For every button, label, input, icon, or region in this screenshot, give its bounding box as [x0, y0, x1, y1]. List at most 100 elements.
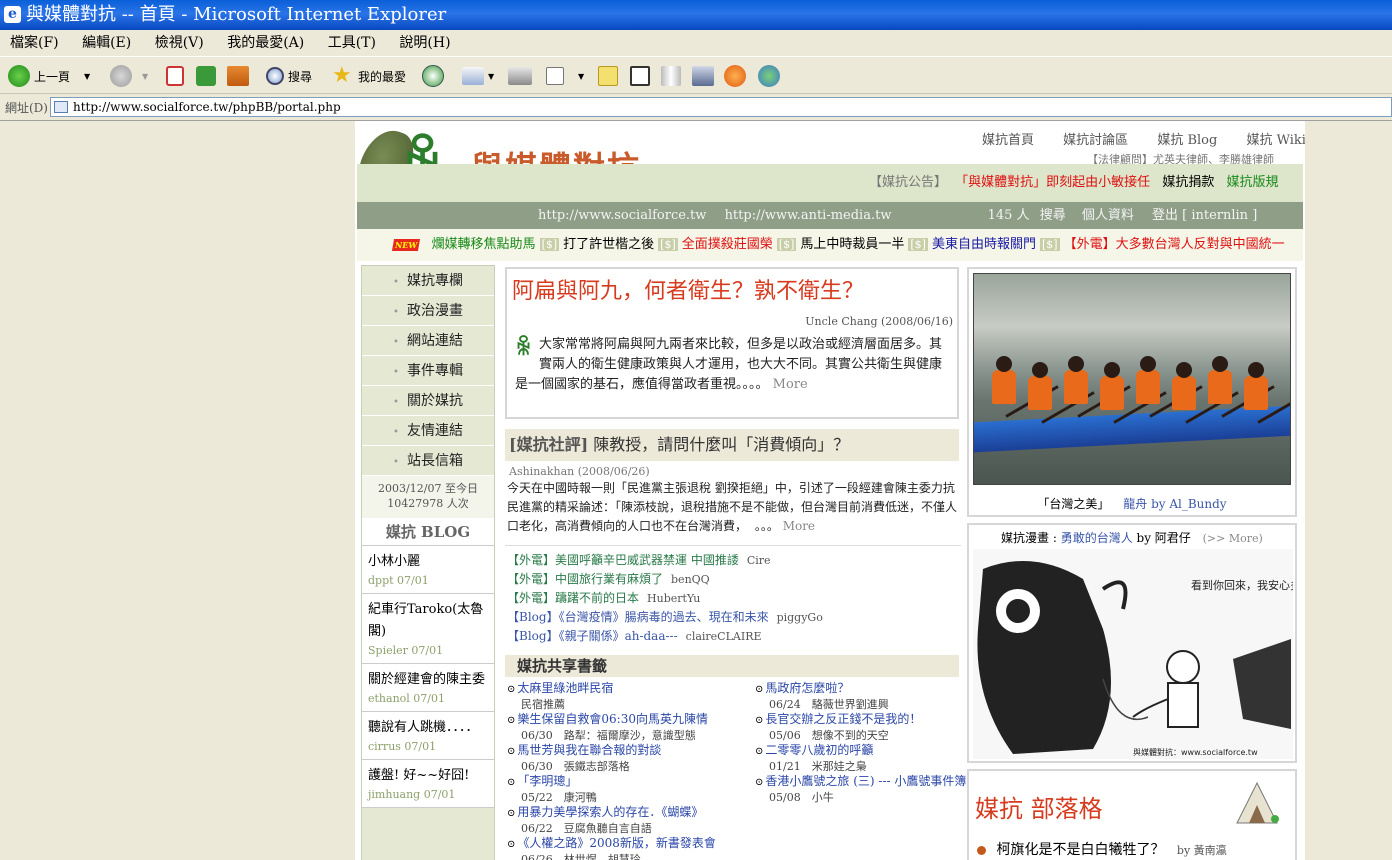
bookmark-title[interactable]: 《人權之路》2008新版，新書發表會	[517, 836, 716, 850]
bookmark-title[interactable]: 「李明璁」	[517, 774, 577, 788]
menu-tools[interactable]: 工具(T)	[328, 35, 376, 51]
blog-item[interactable]: 聽說有人跳機．．．． cirrus 07/01	[362, 712, 494, 760]
ticker-item[interactable]: 全面撲殺莊國榮	[682, 237, 773, 252]
news-link[interactable]: 【外電】中國旅行業有麻煩了	[507, 572, 663, 586]
comic-title[interactable]: 勇敢的台灣人	[1061, 531, 1133, 545]
comic-more-link[interactable]: (>> More)	[1203, 532, 1263, 545]
sidebar-item[interactable]: • 政治漫畫	[362, 296, 494, 326]
menu-file[interactable]: 檔案(F)	[10, 35, 59, 51]
bookmark-title[interactable]: 用暴力美學探索人的存在．《蝴蝶》	[517, 805, 703, 819]
dragon-boat-photo[interactable]	[973, 273, 1291, 485]
search-link[interactable]: 搜尋	[1040, 208, 1066, 223]
ticker-item[interactable]: 美東自由時報關門	[932, 237, 1036, 252]
radio-button[interactable]	[724, 63, 750, 89]
history-button[interactable]	[422, 63, 448, 89]
home-button[interactable]	[227, 63, 253, 89]
announce-link-1[interactable]: 「與媒體對抗」即刻起由小敏接任	[955, 175, 1150, 190]
article-more-link[interactable]: More	[773, 377, 808, 392]
bookmark-title[interactable]: 樂生保留自救會06:30向馬英九陳情	[517, 712, 708, 726]
editorial-title[interactable]: 陳教授，請問什麼叫「消費傾向」？	[593, 435, 849, 454]
rower-shape	[1244, 376, 1268, 410]
blog-item[interactable]: 關於經建會的陳主委 ethanol 07/01	[362, 664, 494, 712]
ticker-item[interactable]: 馬上中時裁員一半	[800, 237, 904, 252]
discuss-button[interactable]	[598, 63, 622, 89]
blog-item-title[interactable]: 紀車行Taroko(太魯閣)	[368, 599, 488, 643]
sidebar-item[interactable]: • 事件專輯	[362, 356, 494, 386]
bookmark-title[interactable]: 馬政府怎麼啦？	[765, 681, 849, 695]
ticker-item[interactable]: 【外電】大多數台灣人反對與中國統一	[1064, 237, 1285, 252]
stop-button[interactable]	[166, 63, 188, 89]
blog-item-title[interactable]: 小林小麗	[368, 551, 488, 573]
blog-item-title[interactable]: 聽說有人跳機．．．．	[368, 717, 488, 739]
news-link[interactable]: 【外電】躊躇不前的日本	[507, 591, 639, 605]
news-link[interactable]: 【Blog】《台灣疫情》腸病毒的過去、現在和未來	[507, 610, 769, 624]
comic-image[interactable]: 看到你回來，我安心多了… 與媒體對抗：www.socialforce.tw	[973, 549, 1293, 759]
blogger-post: 柯旗化是不是白白犧牲了？ by 黃南瀛	[977, 839, 1227, 859]
logout-link[interactable]: 登出 [ internlin ]	[1152, 208, 1257, 223]
bullet-icon: •	[393, 277, 399, 288]
edit-dropdown-icon[interactable]: ▼	[578, 72, 584, 81]
news-link-row: 【外電】中國旅行業有麻煩了 benQQ	[507, 570, 823, 589]
news-link[interactable]: 【外電】美國呼籲辛巴威武器禁運 中國推諉	[507, 553, 739, 567]
bookmark-title[interactable]: 二零零八歲初的呼籲	[765, 743, 873, 757]
forward-button[interactable]: ▼	[110, 63, 148, 89]
research-button[interactable]	[661, 63, 685, 89]
nav-blog[interactable]: 媒抗 Blog	[1157, 133, 1217, 148]
bookmark-title[interactable]: 香港小鷹號之旅 (三) --- 小鷹號事件簿	[765, 774, 966, 788]
menu-edit[interactable]: 編輯(E)	[82, 35, 131, 51]
history-icon	[422, 65, 444, 87]
blogger-post-title[interactable]: 柯旗化是不是白白犧牲了？	[996, 842, 1164, 858]
users-button[interactable]	[758, 63, 784, 89]
bookmark-title[interactable]: 太麻里綠池畔民宿	[517, 681, 613, 695]
sidebar-item[interactable]: • 站長信箱	[362, 446, 494, 476]
menu-view[interactable]: 檢視(V)	[155, 35, 204, 51]
sidebar-item[interactable]: • 友情連結	[362, 416, 494, 446]
announce-link-2[interactable]: 媒抗捐款	[1162, 175, 1214, 190]
sidebar-item[interactable]: • 關於媒抗	[362, 386, 494, 416]
comic-author: by 阿君仔	[1136, 531, 1191, 545]
edit-button[interactable]: ▼	[546, 63, 584, 89]
search-icon	[266, 67, 284, 85]
address-input[interactable]: http://www.socialforce.tw/phpBB/portal.p…	[50, 97, 1392, 117]
print-button[interactable]	[508, 63, 536, 89]
bookmark-icon: ⊙	[507, 746, 516, 757]
blogger-title[interactable]: 媒抗 部落格	[975, 789, 1103, 824]
favorites-button[interactable]: ★ 我的最愛	[332, 63, 406, 89]
media-button[interactable]	[692, 63, 718, 89]
bookmark-title[interactable]: 馬世芳與我在聯合報的對談	[517, 743, 661, 757]
nav-home[interactable]: 媒抗首頁	[982, 133, 1034, 148]
sidebar-item[interactable]: • 網站連結	[362, 326, 494, 356]
menu-favorites[interactable]: 我的最愛(A)	[227, 35, 304, 51]
blog-item[interactable]: 紀車行Taroko(太魯閣) Spieler 07/01	[362, 594, 494, 664]
blog-item-title[interactable]: 護盤! 好~~好囧!	[368, 765, 488, 787]
blog-item[interactable]: 護盤! 好~~好囧! jimhuang 07/01	[362, 760, 494, 808]
profile-link[interactable]: 個人資料	[1082, 208, 1134, 223]
nav-wiki[interactable]: 媒抗 Wiki	[1246, 133, 1305, 148]
forward-dropdown-icon[interactable]: ▼	[142, 72, 148, 81]
back-button[interactable]: 上一頁 ▼	[8, 63, 90, 89]
refresh-button[interactable]	[196, 63, 220, 89]
announce-link-3[interactable]: 媒抗版規	[1226, 175, 1278, 190]
back-dropdown-icon[interactable]: ▼	[84, 72, 90, 81]
search-button[interactable]: 搜尋	[266, 63, 312, 89]
menu-help[interactable]: 說明(H)	[399, 35, 450, 51]
blog-item-title[interactable]: 關於經建會的陳主委	[368, 669, 488, 691]
messenger-button[interactable]	[630, 63, 654, 89]
mail-button[interactable]: ▼	[462, 63, 494, 89]
news-link[interactable]: 【Blog】《親子關係》ah-daa---	[507, 629, 678, 643]
bookmark-sub: 05/08 小牛	[769, 791, 834, 804]
ticker-item[interactable]: 打了許世楷之後	[563, 237, 654, 252]
article-title[interactable]: 阿扁與阿九，何者衛生？孰不衛生？	[512, 273, 864, 305]
comic-header: 媒抗漫畫 : 勇敢的台灣人 by 阿君仔 (>> More)	[1001, 531, 1263, 545]
blog-item[interactable]: 小林小麗 dppt 07/01	[362, 546, 494, 594]
mail-dropdown-icon[interactable]: ▼	[488, 72, 494, 81]
photo-link[interactable]: 龍舟 by Al_Bundy	[1123, 497, 1226, 511]
nav-forum[interactable]: 媒抗討論區	[1063, 133, 1128, 148]
editorial-more-link[interactable]: More	[783, 519, 815, 533]
window-title-bar: e 與媒體對抗 -- 首頁 - Microsoft Internet Explo…	[0, 0, 1392, 30]
ticker-item[interactable]: 爛媒轉移焦點助馬	[432, 237, 536, 252]
sidebar-item[interactable]: • 媒抗專欄	[362, 266, 494, 296]
bookmark-title[interactable]: 長官交辦之反正錢不是我的！	[765, 712, 921, 726]
site-url-1[interactable]: http://www.socialforce.tw	[538, 208, 706, 223]
site-url-2[interactable]: http://www.anti-media.tw	[725, 208, 892, 223]
